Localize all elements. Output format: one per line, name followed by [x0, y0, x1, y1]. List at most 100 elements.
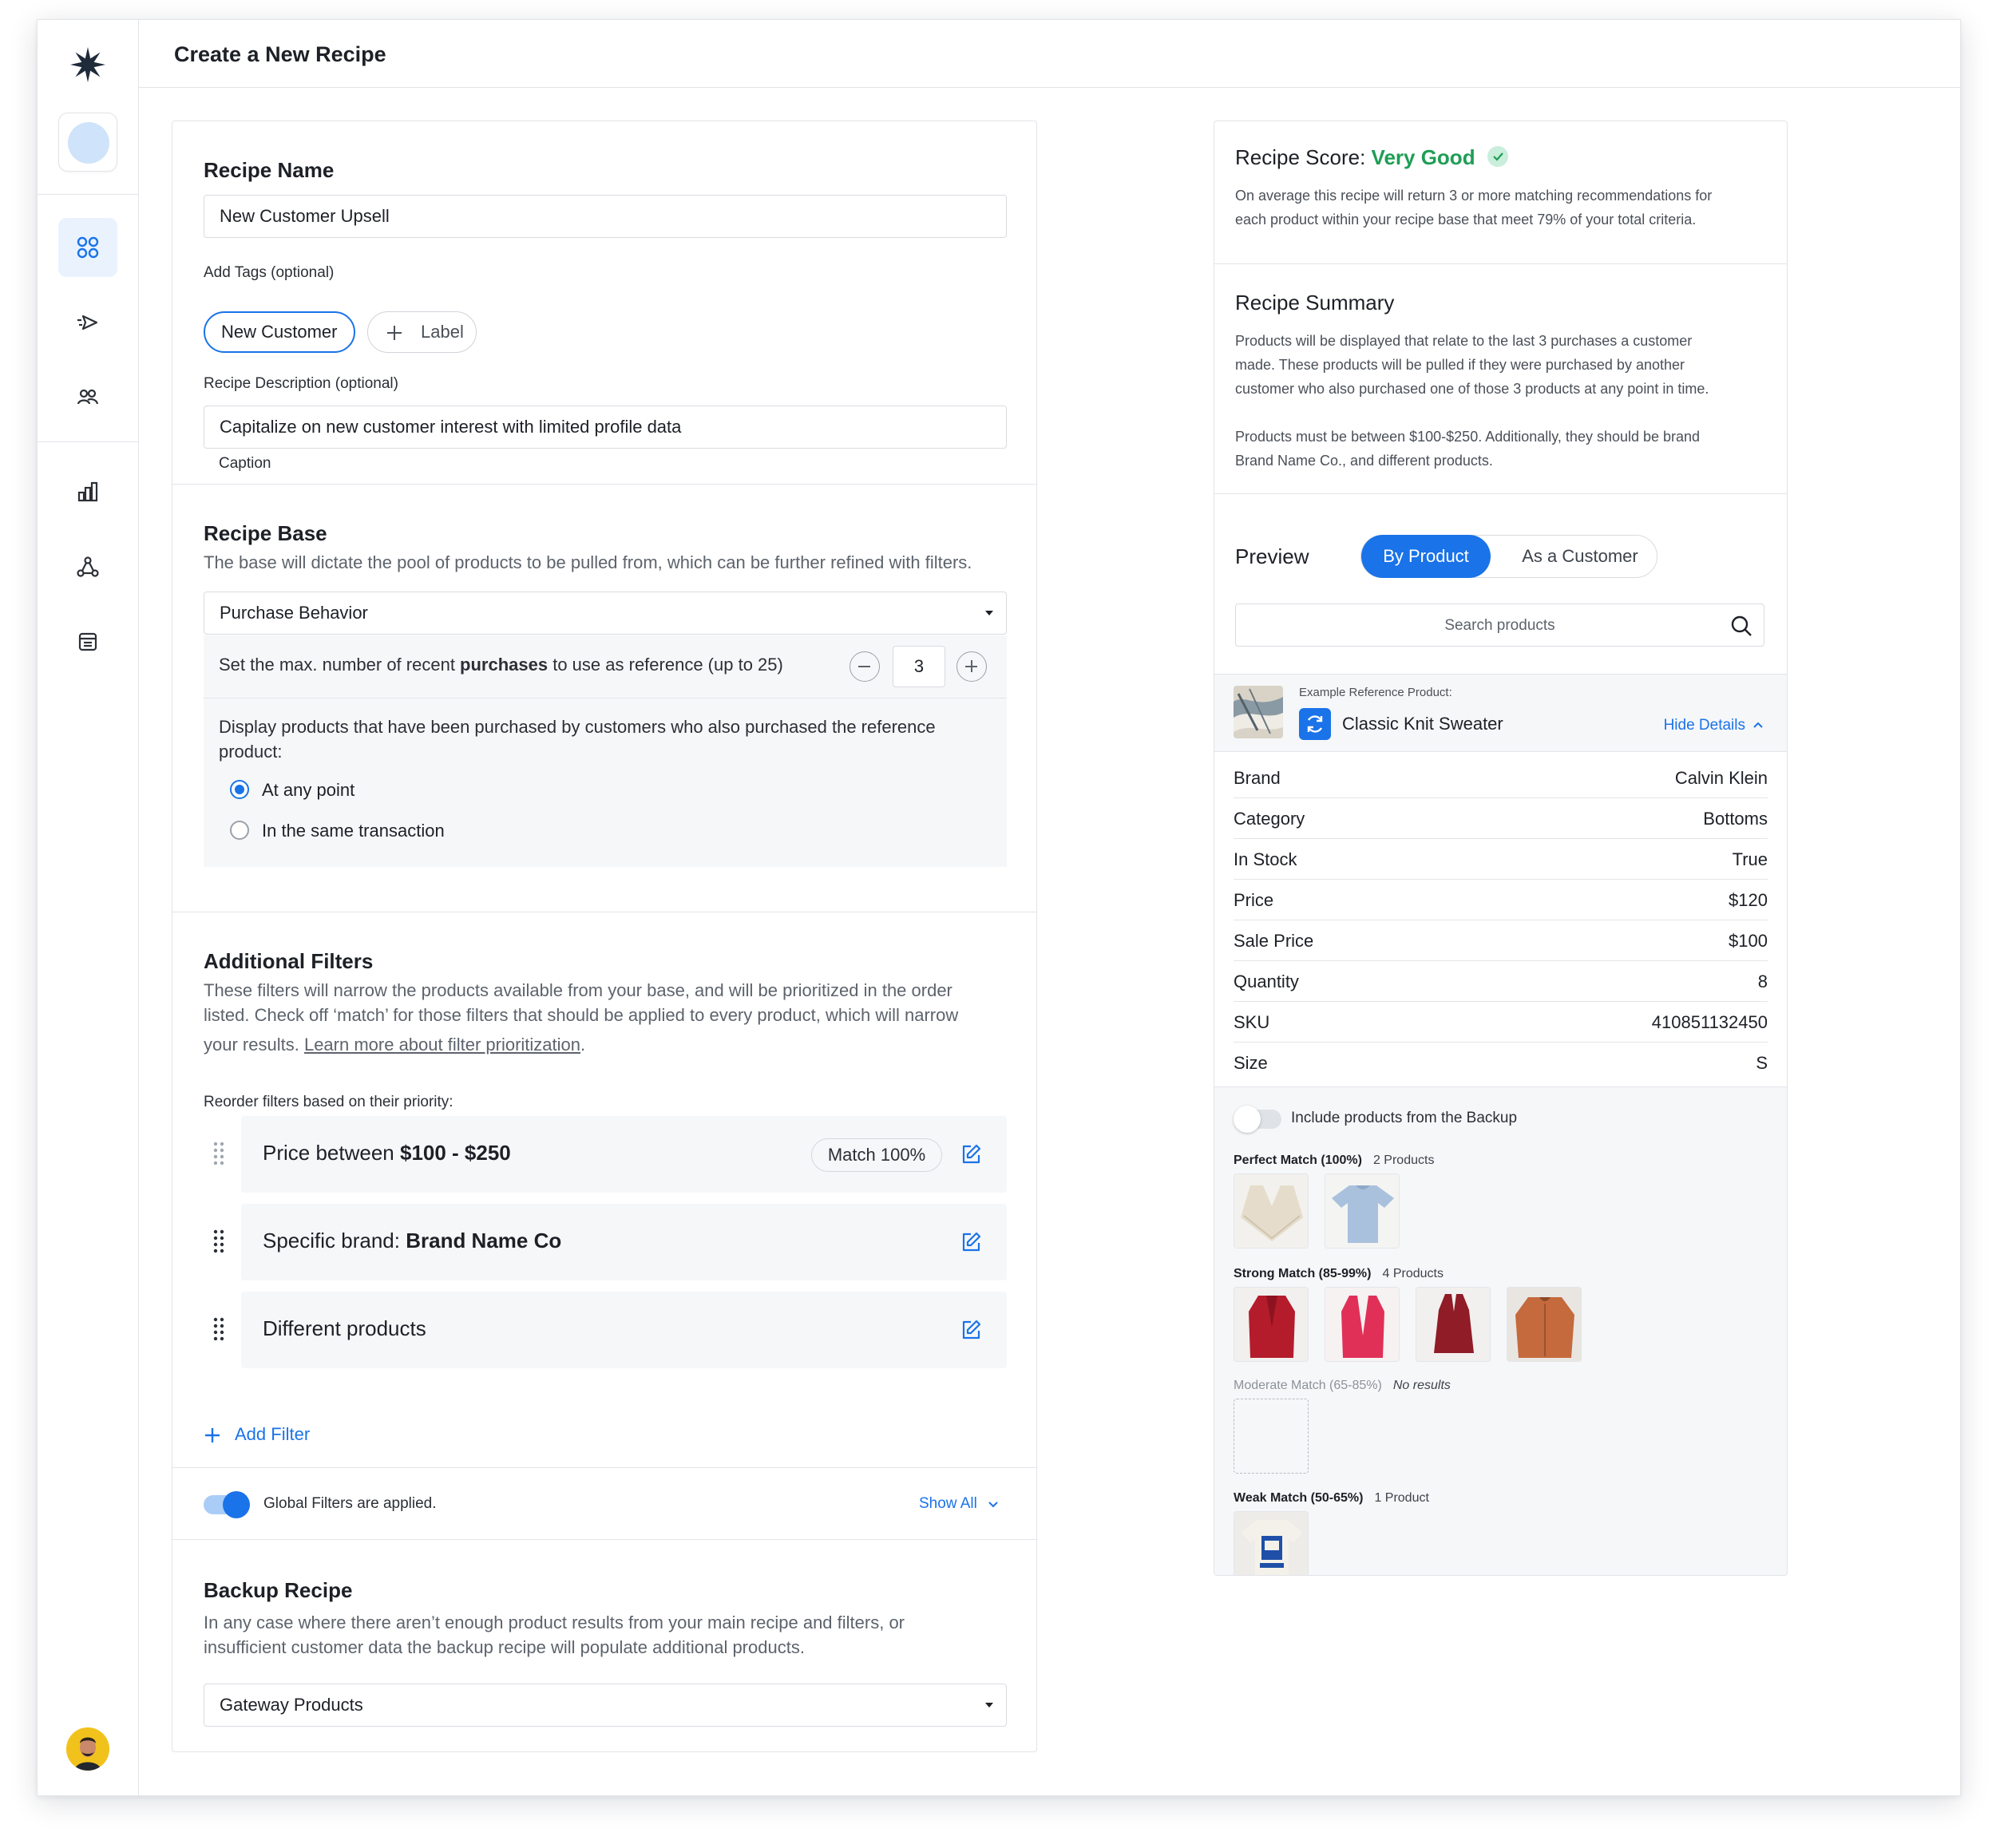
add-label-button[interactable]: Label — [367, 311, 477, 353]
account-avatar — [68, 122, 109, 164]
app-window: Create a New Recipe Recipe Name New Cust… — [37, 19, 1961, 1796]
product-thumb[interactable] — [1325, 1173, 1400, 1248]
user-avatar[interactable] — [66, 1727, 109, 1771]
recipe-base-heading: Recipe Base — [204, 521, 327, 545]
score-description: On average this recipe will return 3 or … — [1235, 188, 1713, 228]
send-icon — [77, 315, 98, 330]
description-caption: Caption — [219, 455, 271, 472]
max-purchases-input[interactable]: 3 — [893, 646, 945, 687]
decrement-button[interactable] — [849, 651, 880, 682]
reference-product-name: Classic Knit Sweater — [1342, 714, 1503, 734]
drag-handle-icon[interactable] — [213, 1317, 224, 1341]
include-backup-label: Include products from the Backup — [1291, 1110, 1518, 1126]
filter-card-different[interactable]: Different products — [241, 1292, 1007, 1368]
filters-heading: Additional Filters — [204, 949, 374, 973]
attribute-row: Brand Calvin Klein — [1234, 758, 1768, 798]
check-circle-icon — [1487, 146, 1508, 167]
preview-mode-toggle: By Product As a Customer — [1360, 535, 1657, 578]
plus-icon — [387, 326, 402, 340]
search-icon[interactable] — [1730, 615, 1752, 637]
sync-icon[interactable] — [1299, 708, 1331, 740]
product-thumb[interactable] — [1234, 1173, 1309, 1248]
chevron-up-icon[interactable] — [1752, 718, 1764, 731]
tag-chip[interactable]: New Customer — [204, 311, 355, 353]
search-placeholder: Search products — [1444, 617, 1555, 634]
tags-label: Add Tags (optional) — [204, 264, 335, 281]
recipe-form-panel: Recipe Name New Customer Upsell Add Tags… — [172, 121, 1037, 1752]
dropdown-caret-icon — [985, 1703, 993, 1708]
sidebar-item-dashboard[interactable] — [58, 218, 117, 277]
purchase-timing-box: Display products that have been purchase… — [204, 698, 1007, 867]
product-thumb[interactable] — [1234, 1287, 1309, 1362]
reference-product-image — [1234, 686, 1283, 738]
tab-as-customer[interactable]: As a Customer — [1502, 536, 1658, 577]
top-bar: Create a New Recipe — [139, 20, 1960, 88]
drag-handle-icon[interactable] — [213, 1142, 224, 1165]
recipe-base-select[interactable]: Purchase Behavior — [204, 592, 1007, 635]
filter-card-brand[interactable]: Specific brand: Brand Name Co — [241, 1204, 1007, 1280]
group-label-weak: Weak Match (50-65%) 1 Product — [1234, 1491, 1429, 1505]
edit-icon[interactable] — [960, 1231, 982, 1253]
sidebar-item-analytics[interactable] — [58, 462, 117, 521]
increment-button[interactable] — [956, 651, 987, 682]
add-label-text: Label — [421, 322, 464, 342]
tab-by-product[interactable]: By Product — [1361, 535, 1491, 578]
purchase-timing-text: Display products that have been purchase… — [219, 717, 936, 762]
sidebar-item-campaigns[interactable] — [58, 293, 117, 352]
attribute-row: Size S — [1234, 1053, 1768, 1073]
filter-text: Price between $100 - $250 — [263, 1141, 511, 1165]
global-filters-toggle[interactable] — [204, 1491, 250, 1518]
preview-panel: Recipe Score: Very Good On average this … — [1214, 121, 1788, 1576]
add-filter-button[interactable]: Add Filter — [204, 1424, 310, 1445]
product-thumb[interactable] — [1234, 1511, 1309, 1575]
user-photo-icon — [66, 1727, 109, 1771]
bar-chart-icon — [77, 481, 98, 502]
filter-text: Different products — [263, 1316, 426, 1340]
hide-details-link[interactable]: Hide Details — [1664, 717, 1745, 734]
sidebar-item-integrations[interactable] — [58, 537, 117, 596]
description-label: Recipe Description (optional) — [204, 375, 398, 392]
filter-card-price[interactable]: Price between $100 - $250 Match 100% — [241, 1116, 1007, 1193]
recipe-score: Recipe Score: Very Good — [1235, 145, 1508, 170]
filter-text: Specific brand: Brand Name Co — [263, 1229, 562, 1252]
recipe-description-input[interactable]: Capitalize on new customer interest with… — [204, 406, 1007, 449]
radio-label-same-transaction: In the same transaction — [262, 821, 445, 841]
sidebar-item-audiences[interactable] — [58, 368, 117, 427]
reference-product-label: Example Reference Product: — [1299, 686, 1452, 699]
sidebar — [38, 20, 139, 1795]
product-thumb[interactable] — [1507, 1287, 1582, 1362]
recipe-name-heading: Recipe Name — [204, 158, 335, 182]
radio-at-any-point[interactable] — [230, 780, 249, 799]
edit-icon[interactable] — [960, 1143, 982, 1165]
backup-description: In any case where there aren’t enough pr… — [204, 1613, 905, 1657]
recipe-name-section: Recipe Name New Customer Upsell Add Tags… — [172, 121, 1036, 485]
panel-divider — [1214, 263, 1787, 264]
page-title: Create a New Recipe — [174, 42, 386, 66]
attribute-row: Sale Price $100 — [1234, 920, 1768, 961]
show-all-link[interactable]: Show All — [919, 1495, 977, 1513]
backup-recipe-select[interactable]: Gateway Products — [204, 1684, 1007, 1727]
edit-icon[interactable] — [960, 1319, 982, 1341]
account-switcher[interactable] — [58, 113, 117, 172]
global-filters-row: Global Filters are applied. Show All — [172, 1468, 1036, 1540]
product-thumb[interactable] — [1325, 1287, 1400, 1362]
sidebar-divider — [38, 441, 138, 442]
learn-more-link[interactable]: Learn more about filter prioritization — [304, 1035, 580, 1055]
attribute-row: SKU 410851132450 — [1234, 1002, 1768, 1043]
grid-icon — [77, 236, 99, 259]
product-search-input[interactable]: Search products — [1235, 603, 1764, 647]
product-thumb[interactable] — [1416, 1287, 1491, 1362]
radio-same-transaction[interactable] — [230, 821, 249, 840]
summary-heading: Recipe Summary — [1235, 291, 1395, 315]
sidebar-item-catalog[interactable] — [58, 612, 117, 671]
brand-logo-icon[interactable] — [69, 46, 107, 84]
match-toggle[interactable]: Match 100% — [811, 1138, 942, 1172]
toggle-knob — [223, 1491, 250, 1518]
dropdown-caret-icon — [985, 611, 993, 615]
recipe-name-input[interactable]: New Customer Upsell — [204, 195, 1007, 238]
include-backup-toggle[interactable] — [1234, 1106, 1281, 1133]
drag-handle-icon[interactable] — [213, 1229, 224, 1253]
archive-icon — [78, 632, 97, 651]
chevron-down-icon[interactable] — [987, 1498, 1000, 1511]
sidebar-divider — [38, 194, 138, 195]
